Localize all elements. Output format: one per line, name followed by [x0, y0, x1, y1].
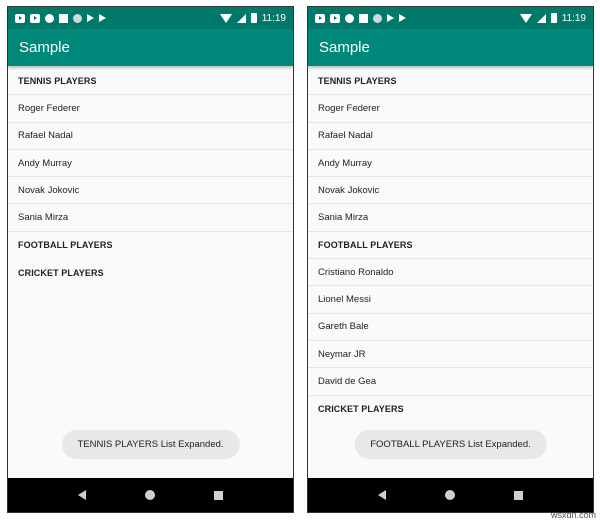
group-header-tennis[interactable]: TENNIS PLAYERS — [308, 68, 593, 96]
group-header-football[interactable]: FOOTBALL PLAYERS — [308, 232, 593, 260]
back-icon[interactable] — [377, 490, 386, 500]
list-item[interactable]: Sania Mirza — [8, 204, 293, 232]
app-title: Sample — [319, 39, 370, 56]
system-status: 11:19 — [219, 12, 286, 24]
circle-icon — [73, 13, 82, 23]
play-store-icon — [99, 14, 106, 22]
expandable-list: TENNIS PLAYERS Roger Federer Rafael Nada… — [308, 66, 593, 423]
list-item[interactable]: Roger Federer — [8, 95, 293, 123]
notification-icons — [315, 13, 406, 23]
list-item[interactable]: Sania Mirza — [308, 204, 593, 232]
list-item[interactable]: David de Gea — [308, 368, 593, 396]
play-store-icon — [387, 14, 394, 22]
play-store-icon — [399, 14, 406, 22]
list-item[interactable]: Andy Murray — [308, 150, 593, 178]
soccer-ball-icon — [45, 13, 54, 23]
battery-icon — [250, 13, 257, 23]
app-notification-icon — [359, 13, 368, 23]
recent-apps-icon[interactable] — [514, 490, 524, 500]
youtube-icon — [15, 13, 25, 23]
navigation-bar — [308, 478, 593, 512]
list-item[interactable]: Roger Federer — [308, 95, 593, 123]
watermark: wsxdn.com — [550, 510, 596, 520]
navigation-bar — [8, 478, 293, 512]
wifi-icon — [219, 13, 232, 23]
back-icon[interactable] — [77, 490, 86, 500]
app-bar: Sample — [8, 29, 293, 66]
app-title: Sample — [19, 39, 70, 56]
home-icon[interactable] — [144, 490, 155, 500]
youtube-icon — [315, 13, 325, 23]
list-item[interactable]: Gareth Bale — [308, 314, 593, 341]
cellular-signal-icon — [236, 13, 246, 23]
clock: 11:19 — [261, 12, 286, 24]
system-status: 11:19 — [519, 12, 586, 24]
play-store-icon — [87, 14, 94, 22]
list-item[interactable]: Novak Jokovic — [308, 177, 593, 205]
list-item[interactable]: Novak Jokovic — [8, 177, 293, 205]
group-header-football[interactable]: FOOTBALL PLAYERS — [8, 232, 293, 259]
app-bar: Sample — [308, 29, 593, 66]
list-item[interactable]: Lionel Messi — [308, 286, 593, 314]
home-icon[interactable] — [444, 490, 455, 500]
list-item[interactable]: Cristiano Ronaldo — [308, 259, 593, 287]
phone-screen-left: 11:19 Sample TENNIS PLAYERS Roger Federe… — [7, 6, 294, 513]
group-header-tennis[interactable]: TENNIS PLAYERS — [8, 68, 293, 96]
list-item[interactable]: Rafael Nadal — [308, 123, 593, 150]
wifi-icon — [519, 13, 532, 23]
battery-icon — [550, 13, 557, 23]
clock: 11:19 — [561, 12, 586, 24]
list-item[interactable]: Andy Murray — [8, 150, 293, 178]
toast-message: FOOTBALL PLAYERS List Expanded. — [354, 430, 547, 459]
status-bar: 11:19 — [308, 7, 593, 29]
group-header-cricket[interactable]: CRICKET PLAYERS — [8, 259, 293, 286]
circle-icon — [373, 13, 382, 23]
notification-icons — [15, 13, 106, 23]
status-bar: 11:19 — [8, 7, 293, 29]
expandable-list: TENNIS PLAYERS Roger Federer Rafael Nada… — [8, 66, 293, 286]
cellular-signal-icon — [536, 13, 546, 23]
group-header-cricket[interactable]: CRICKET PLAYERS — [308, 396, 593, 423]
youtube-icon — [330, 13, 340, 23]
youtube-icon — [30, 13, 40, 23]
toast-message: TENNIS PLAYERS List Expanded. — [61, 430, 240, 459]
app-notification-icon — [59, 13, 68, 23]
phone-screen-right: 11:19 Sample TENNIS PLAYERS Roger Federe… — [307, 6, 594, 513]
list-item[interactable]: Neymar JR — [308, 341, 593, 369]
soccer-ball-icon — [345, 13, 354, 23]
list-item[interactable]: Rafael Nadal — [8, 123, 293, 150]
recent-apps-icon[interactable] — [214, 490, 224, 500]
